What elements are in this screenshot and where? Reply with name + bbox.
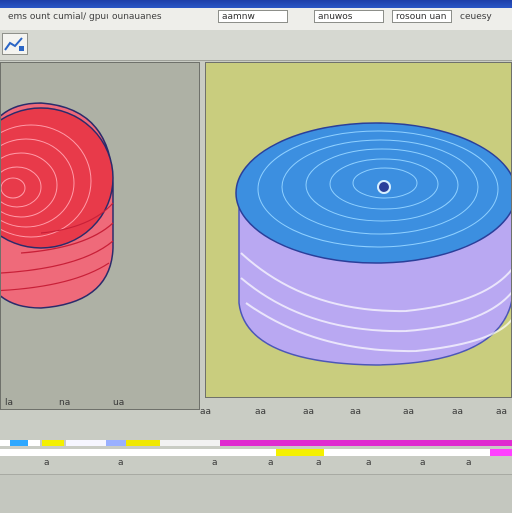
view-dropdown[interactable]: rosoun uan	[392, 10, 452, 23]
color-scale-bar[interactable]	[0, 440, 512, 458]
menu-field-2[interactable]: anuwos	[314, 10, 384, 23]
colorbar-segment	[0, 449, 280, 456]
right-tick-e: aa	[403, 407, 415, 417]
colorbar-label: a	[420, 458, 426, 468]
colorbar-label: a	[212, 458, 218, 468]
colorbar-segment	[42, 440, 64, 446]
colorbar-label: a	[366, 458, 372, 468]
colorbar-segment	[10, 440, 28, 446]
colorbar-label: a	[466, 458, 472, 468]
blue-cylinder-render	[235, 122, 511, 366]
menu-bar: ems ount cumial/ gpuue pauts ounauanes a…	[0, 8, 512, 31]
menu-item-5[interactable]: ceuesy	[460, 11, 505, 23]
right-tick-f: aa	[452, 407, 464, 417]
colorbar-segment	[324, 449, 512, 456]
menu-search-field[interactable]: aamnw	[218, 10, 288, 23]
colorbar-segment	[126, 440, 160, 446]
colorbar-label: a	[118, 458, 124, 468]
red-cylinder-render	[1, 102, 114, 309]
right-tick-a: aa	[200, 407, 212, 417]
chart-icon	[4, 37, 24, 51]
status-area	[0, 474, 512, 513]
left-tick-2: na	[59, 398, 71, 408]
colorbar-segment	[160, 440, 220, 446]
left-tick-1: la	[5, 398, 14, 408]
right-tick-c: aa	[303, 407, 315, 417]
left-tick-3: ua	[113, 398, 125, 408]
colorbar-label: a	[44, 458, 50, 468]
colorbar-segment	[220, 440, 512, 446]
chart-button[interactable]	[2, 33, 28, 55]
menu-item-1[interactable]: ems ount cumial/ gpuue pauts	[8, 11, 108, 23]
right-viewport[interactable]: aa	[205, 62, 512, 398]
right-tick-g: aa	[496, 407, 508, 417]
colorbar-label: a	[268, 458, 274, 468]
right-tick-d: aa	[350, 407, 362, 417]
left-viewport[interactable]: la na ua	[0, 62, 200, 410]
colorbar-segment	[276, 449, 324, 456]
colorbar-segment	[106, 440, 126, 446]
colorbar-segment	[66, 440, 106, 446]
right-tick-b: aa	[255, 407, 267, 417]
toolbar	[0, 30, 512, 61]
colorbar-label: a	[316, 458, 322, 468]
window-title-bar	[0, 0, 512, 8]
colorbar-segment	[490, 449, 512, 456]
menu-item-2[interactable]: ounauanes	[112, 11, 207, 23]
